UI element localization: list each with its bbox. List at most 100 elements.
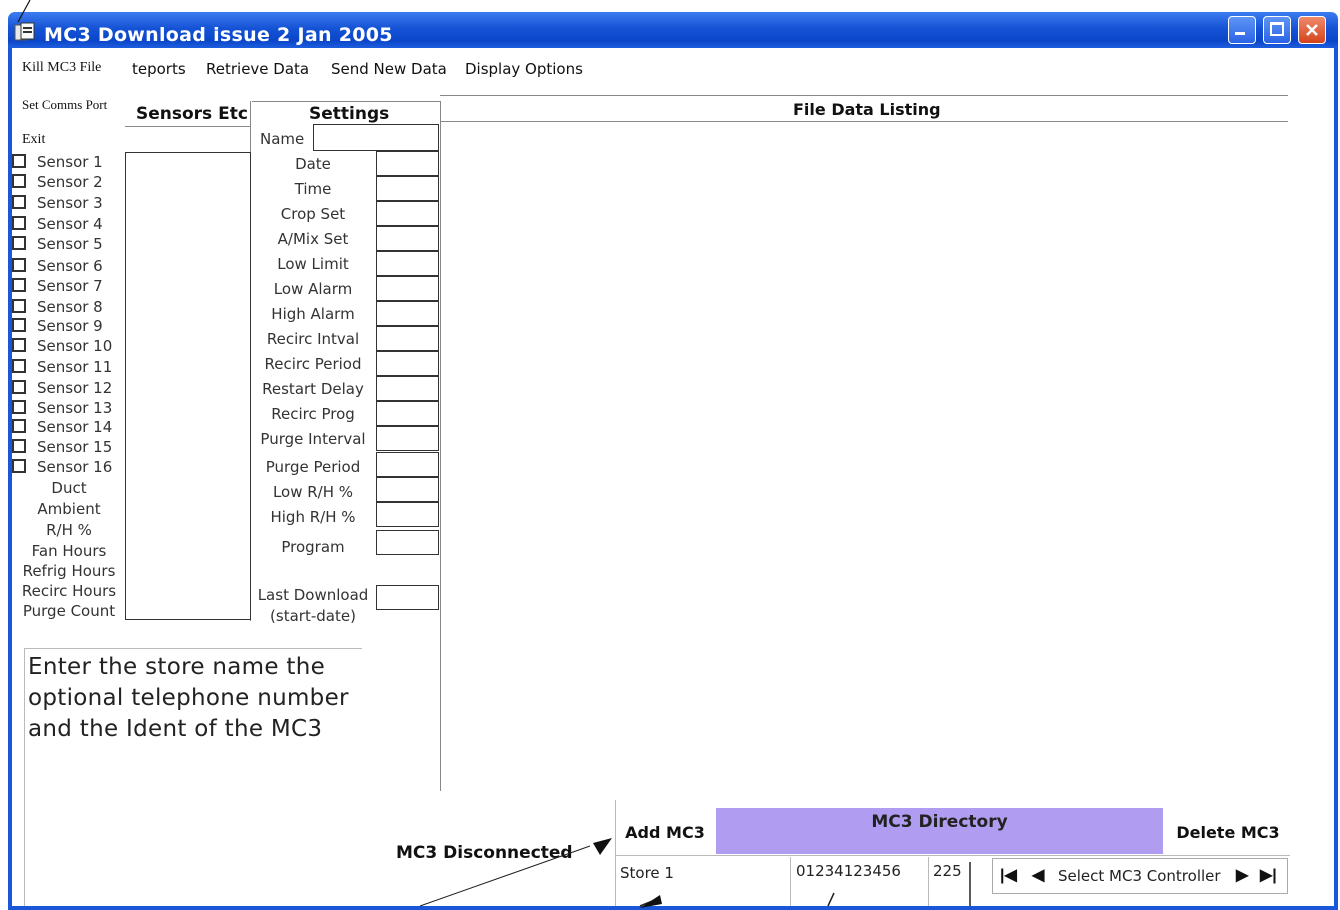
- sensor-checkbox[interactable]: [12, 359, 26, 373]
- setting-input[interactable]: [376, 301, 439, 326]
- setting-input[interactable]: [376, 502, 439, 527]
- divider: [24, 648, 25, 906]
- window-title: MC3 Download issue 2 Jan 2005: [44, 24, 393, 46]
- setting-label: Purge Interval: [260, 430, 366, 448]
- divider: [252, 101, 440, 102]
- menu-set-comms-port[interactable]: Set Comms Port: [22, 97, 107, 113]
- setting-input[interactable]: [376, 426, 439, 451]
- divider: [615, 855, 1290, 856]
- divider: [24, 648, 362, 649]
- delete-mc3-button[interactable]: Delete MC3: [1166, 812, 1290, 854]
- setting-label: Low R/H %: [272, 483, 354, 501]
- sensor-checkbox[interactable]: [12, 419, 26, 433]
- sensor-extra-label: Purge Count: [22, 602, 116, 620]
- sensor-extra-label: R/H %: [46, 521, 92, 539]
- sensor-extra-label: Refrig Hours: [22, 562, 116, 580]
- divider: [440, 95, 1288, 96]
- divider: [615, 800, 616, 906]
- setting-input[interactable]: [376, 176, 439, 201]
- maximize-icon: [1270, 22, 1284, 36]
- sensor-checkbox[interactable]: [12, 338, 26, 352]
- annotation-arrow: [17, 0, 31, 23]
- setting-input[interactable]: [376, 326, 439, 351]
- last-download-input[interactable]: [376, 585, 439, 610]
- close-icon: [1306, 24, 1318, 36]
- sensor-values-box: [125, 152, 251, 620]
- ident-field[interactable]: 225: [933, 862, 985, 880]
- sensor-checkbox[interactable]: [12, 154, 26, 168]
- setting-input[interactable]: [376, 276, 439, 301]
- sensor-label: Sensor 16: [37, 458, 113, 476]
- menu-kill-file[interactable]: Kill MC3 File: [22, 60, 101, 76]
- sensor-label: Sensor 1: [37, 153, 103, 171]
- sensor-checkbox[interactable]: [12, 278, 26, 292]
- connection-status: MC3 Disconnected: [396, 843, 573, 863]
- setting-label: Recirc Intval: [266, 330, 360, 348]
- window-frame-right: [1334, 48, 1338, 910]
- nav-next-button[interactable]: ▶: [1236, 865, 1248, 885]
- sensor-extra-label: Duct: [51, 479, 87, 497]
- menu-send-new-data[interactable]: Send New Data: [331, 60, 447, 78]
- sensor-checkbox[interactable]: [12, 380, 26, 394]
- sensor-checkbox[interactable]: [12, 439, 26, 453]
- setting-label: Recirc Prog: [271, 405, 355, 423]
- menu-exit[interactable]: Exit: [22, 132, 45, 148]
- sensor-extra-label: Fan Hours: [31, 542, 107, 560]
- setting-input[interactable]: [376, 251, 439, 276]
- name-input[interactable]: [313, 124, 439, 151]
- sensors-heading: Sensors Etc: [136, 104, 248, 124]
- sensor-extra-label: Ambient: [37, 500, 101, 518]
- settings-heading: Settings: [309, 104, 390, 124]
- setting-label: High R/H %: [270, 508, 356, 526]
- minimize-button[interactable]: [1228, 16, 1256, 44]
- store-name-field[interactable]: Store 1: [620, 864, 788, 882]
- sensor-checkbox[interactable]: [12, 318, 26, 332]
- setting-input[interactable]: [376, 401, 439, 426]
- setting-label: Low Limit: [277, 255, 349, 273]
- sensor-label: Sensor 7: [37, 277, 103, 295]
- setting-input[interactable]: [376, 477, 439, 502]
- menu-display-options[interactable]: Display Options: [465, 60, 583, 78]
- nav-first-button[interactable]: |◀: [1000, 865, 1017, 885]
- sensor-checkbox[interactable]: [12, 299, 26, 313]
- sensor-checkbox[interactable]: [12, 195, 26, 209]
- setting-input[interactable]: [376, 201, 439, 226]
- setting-input[interactable]: [376, 452, 439, 477]
- setting-label: High Alarm: [271, 305, 355, 323]
- sensor-label: Sensor 6: [37, 257, 103, 275]
- sensor-checkbox[interactable]: [12, 258, 26, 272]
- menu-reports[interactable]: teports: [132, 60, 186, 78]
- minimize-icon: [1235, 32, 1245, 35]
- setting-input[interactable]: [376, 351, 439, 376]
- sensor-checkbox[interactable]: [12, 236, 26, 250]
- sensor-checkbox[interactable]: [12, 459, 26, 473]
- setting-label: Purge Period: [265, 458, 361, 476]
- setting-input[interactable]: [376, 530, 439, 555]
- last-download-label: Last Download: [257, 586, 369, 604]
- divider: [440, 101, 441, 791]
- setting-input[interactable]: [376, 376, 439, 401]
- sensor-label: Sensor 15: [37, 438, 113, 456]
- setting-input[interactable]: [376, 151, 439, 176]
- sensor-checkbox[interactable]: [12, 174, 26, 188]
- file-listing-area[interactable]: [442, 124, 1288, 789]
- setting-input[interactable]: [376, 226, 439, 251]
- sensor-checkbox[interactable]: [12, 216, 26, 230]
- close-button[interactable]: [1298, 16, 1326, 44]
- setting-label: Time: [294, 180, 332, 198]
- setting-label: Date: [295, 155, 331, 173]
- maximize-button[interactable]: [1263, 16, 1291, 44]
- nav-last-button[interactable]: ▶|: [1260, 865, 1277, 885]
- setting-label: Restart Delay: [262, 380, 364, 398]
- add-mc3-button[interactable]: Add MC3: [617, 812, 713, 854]
- divider: [928, 857, 929, 906]
- sensor-label: Sensor 5: [37, 235, 103, 253]
- sensor-checkbox[interactable]: [12, 400, 26, 414]
- divider: [125, 126, 250, 127]
- setting-label: Program: [281, 538, 345, 556]
- setting-label: A/Mix Set: [277, 230, 349, 248]
- nav-prev-button[interactable]: ◀: [1032, 865, 1044, 885]
- telephone-field[interactable]: 01234123456: [796, 862, 924, 880]
- sensor-label: Sensor 4: [37, 215, 103, 233]
- menu-retrieve-data[interactable]: Retrieve Data: [206, 60, 309, 78]
